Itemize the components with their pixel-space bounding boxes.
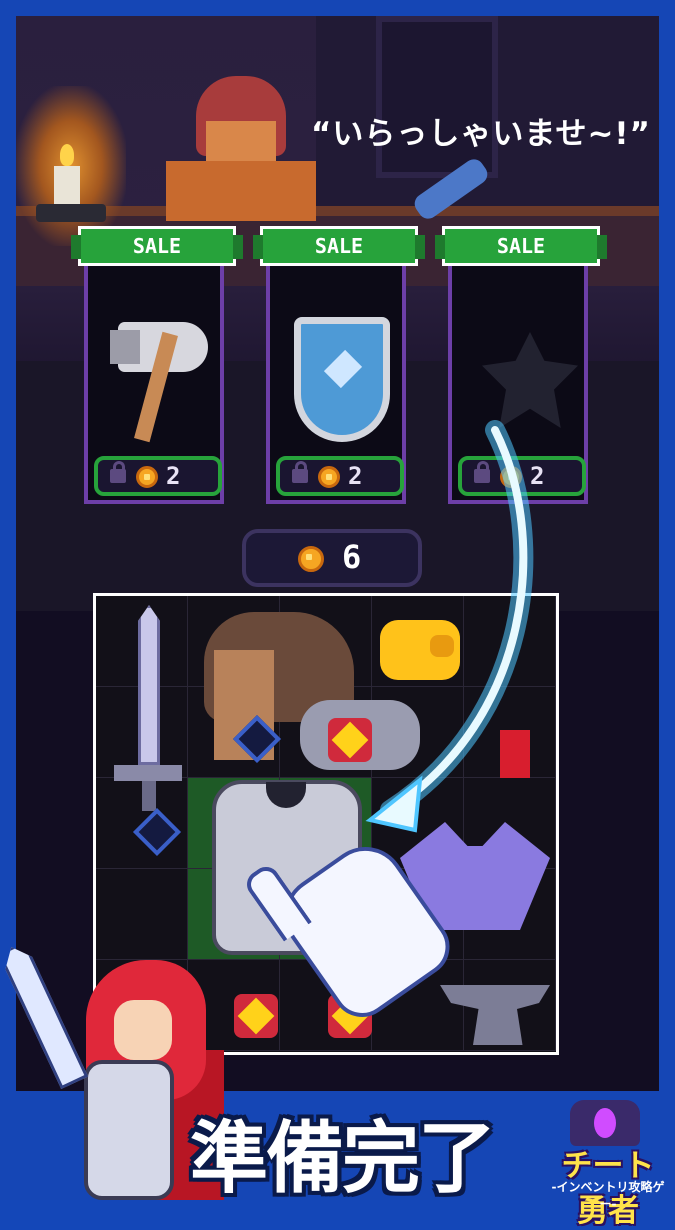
sale-banner: SALE	[71, 226, 243, 266]
game-logo: チート勇者 -インベントリ攻略ゲー-	[548, 1100, 668, 1229]
unknown-item-silhouette-icon	[482, 332, 578, 428]
price-tag[interactable]: 2	[94, 456, 222, 496]
shopkeeper-body	[166, 161, 316, 221]
logo-subtitle: -インベントリ攻略ゲー-	[551, 1180, 665, 1211]
shop-card-axe[interactable]: SALE 2	[71, 226, 243, 506]
lock-icon	[110, 461, 126, 483]
drag-arrow-icon	[365, 420, 534, 833]
sword-blade	[138, 605, 160, 765]
shopkeeper-face	[206, 121, 276, 161]
promo-frame: “いらっしゃいませ~!” SALE 2 SALE 2 SALE 2 6 準備完了…	[0, 0, 675, 1229]
shop-scene: “いらっしゃいませ~!” SALE 2 SALE 2 SALE 2 6	[16, 16, 659, 611]
sword-guard	[114, 765, 182, 781]
shopkeeper-npc	[166, 76, 316, 221]
candle-holder	[36, 204, 106, 222]
coin-icon	[318, 466, 340, 488]
coin-icon	[136, 466, 158, 488]
sword-icon[interactable]	[114, 605, 182, 845]
candle-icon	[54, 166, 80, 206]
hero-face	[114, 1000, 172, 1060]
hero-armor	[84, 1060, 174, 1200]
shopkeeper-speech: “いらっしゃいませ~!”	[311, 116, 651, 152]
sale-banner: SALE	[253, 226, 425, 266]
price-value: 2	[166, 462, 181, 490]
gem-icon[interactable]	[234, 994, 278, 1038]
sale-banner: SALE	[435, 226, 607, 266]
coin-count: 6	[342, 538, 362, 576]
coin-icon	[298, 546, 324, 572]
sword-grip	[142, 781, 156, 811]
hero-sword-icon	[0, 941, 88, 1090]
ready-banner: 準備完了	[190, 1114, 496, 1204]
door	[376, 16, 498, 178]
candle-flame-icon	[60, 144, 74, 166]
lock-icon	[292, 461, 308, 483]
